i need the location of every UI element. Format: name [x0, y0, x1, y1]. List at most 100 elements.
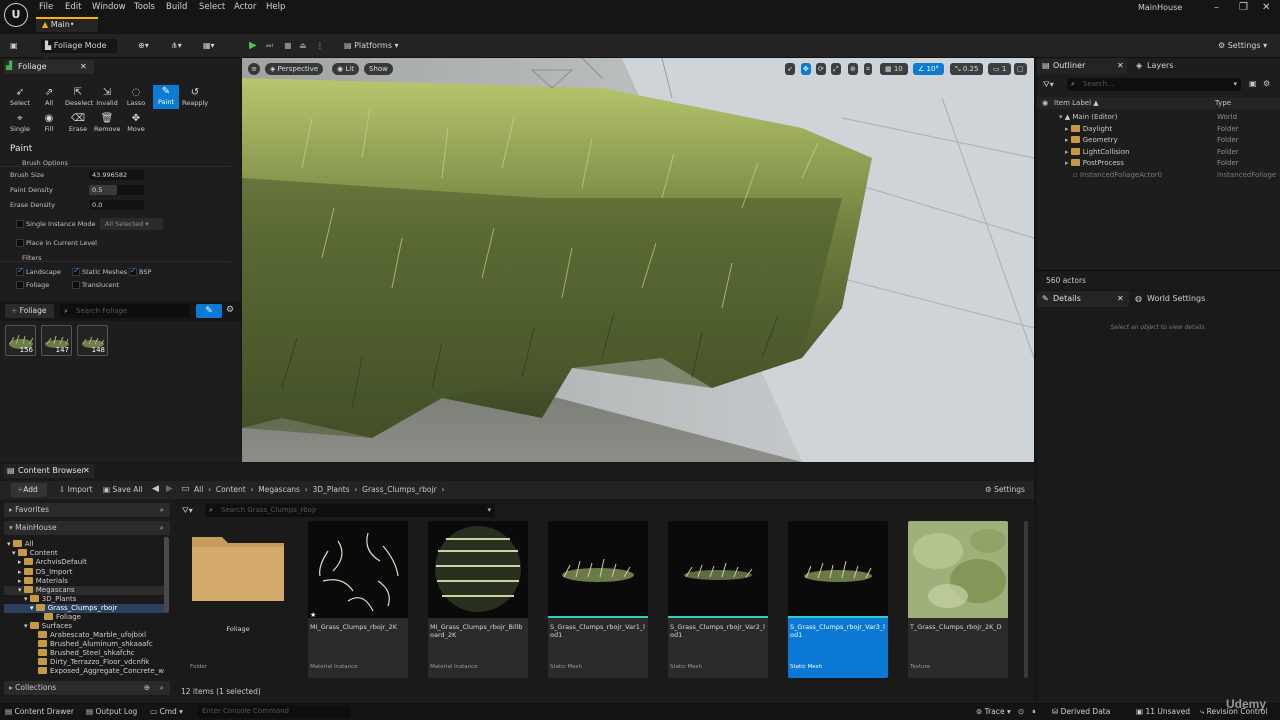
save-all-button[interactable]: ▣ Save All [103, 483, 143, 497]
grid-snap-button[interactable]: ▦ 10 [880, 63, 908, 75]
show-button[interactable]: Show [364, 63, 393, 75]
erase-density-field[interactable]: 0.0 [89, 200, 144, 210]
lit-button[interactable]: ◉ Lit [332, 63, 359, 75]
outliner-row[interactable]: ▫ InstancedFoliageActor0 InstancedFoliage [1037, 170, 1280, 181]
asset-search-input[interactable]: ⌕ Search Grass_Clumps_rbojr ▾ [205, 504, 495, 517]
cmd-dropdown[interactable]: ▭ Cmd ▾ [150, 707, 183, 716]
world-space-icon[interactable]: ⊕ [848, 63, 858, 75]
step-icon[interactable]: ⏭ [266, 39, 273, 53]
paint-density-field[interactable]: 0.5 [89, 185, 144, 195]
history-back-icon[interactable]: ◀ [152, 484, 159, 494]
foliage-type-thumb[interactable]: 156 [5, 325, 36, 356]
layers-tab[interactable]: ◈ Layers [1133, 58, 1213, 74]
minimize-icon[interactable]: – [1214, 2, 1219, 13]
search-icon[interactable]: ⌕ [160, 681, 164, 695]
asset-texture[interactable]: T_Grass_Clumps_rbojr_2K_D Texture [908, 521, 1008, 678]
maximize-viewport-icon[interactable]: ▢ [1014, 63, 1027, 75]
add-folder-icon[interactable]: ▣ [1249, 79, 1257, 88]
outliner-row[interactable]: ▾ ▲ Main (Editor) World [1037, 112, 1280, 123]
tree-item[interactable]: Exposed_Aggregate_Concrete_w [4, 667, 164, 676]
tree-item[interactable]: ▾ Content [4, 549, 164, 558]
tool-reapply[interactable]: ↺ Reapply [182, 86, 208, 110]
add-collection-icon[interactable]: ⊕ [144, 681, 150, 695]
foliage-type-thumb[interactable]: 148 [77, 325, 108, 356]
play-options-icon[interactable]: ⋮ [316, 39, 324, 53]
instance-selection-dropdown[interactable]: All Selected ▾ [100, 218, 163, 230]
favorites-section[interactable]: ▸ Favorites ⌕ [4, 503, 170, 517]
item-label-column[interactable]: Item Label ▲ [1054, 97, 1099, 109]
filter-bsp-checkbox[interactable] [129, 266, 137, 276]
tool-single[interactable]: ⌖ Single [7, 112, 33, 136]
breadcrumb-item[interactable]: Megascans [258, 485, 300, 494]
menu-file[interactable]: File [39, 2, 53, 12]
folder-icon[interactable]: ▭ [181, 484, 190, 494]
add-actor-icon[interactable]: ⊕▾ [138, 39, 149, 53]
details-close-icon[interactable]: ✕ [1117, 291, 1124, 307]
outliner-row[interactable]: ▸ Daylight Folder [1037, 124, 1280, 135]
tree-item[interactable]: ▾ Surfaces [4, 622, 164, 631]
add-button[interactable]: +Add [11, 483, 47, 497]
asset-static-mesh[interactable]: S_Grass_Clumps_rbojr_Var2_lod1 Static Me… [668, 521, 768, 678]
rotate-icon[interactable]: ⟳ [816, 63, 826, 75]
stop-icon[interactable]: ■ [284, 39, 292, 53]
tool-lasso[interactable]: ◌ Lasso [123, 86, 149, 110]
filter-translucent-checkbox[interactable] [72, 281, 80, 289]
foliage-type-thumb[interactable]: 147 [41, 325, 72, 356]
filter-icon[interactable]: ⛛▾ [1043, 80, 1054, 90]
output-log-button[interactable]: ▤ Output Log [86, 707, 137, 716]
type-column[interactable]: Type [1215, 97, 1231, 109]
history-forward-icon[interactable]: ▶ [166, 484, 173, 494]
tree-item[interactable]: Foliage [4, 613, 164, 622]
project-section[interactable]: ▾ MainHouse ⌕ [4, 521, 170, 535]
tree-item[interactable]: Arabescato_Marble_ufojbixl [4, 631, 164, 640]
console-input[interactable]: Enter Console Command [197, 705, 351, 718]
platforms-dropdown[interactable]: ▤ Platforms ▾ [344, 39, 399, 53]
unreal-logo-icon[interactable]: U [4, 3, 28, 27]
menu-help[interactable]: Help [266, 2, 285, 12]
close-icon[interactable]: ✕ [1262, 2, 1270, 13]
paint-filter-button[interactable]: ✎ [196, 304, 222, 318]
tree-item[interactable]: ▾ Megascans [4, 586, 164, 595]
level-viewport[interactable]: ≡ ◈ Perspective ◉ Lit Show ➶ ✥ ⟳ ⤢ ⊕ ⌗ ▦… [242, 58, 1034, 462]
menu-window[interactable]: Window [92, 2, 126, 12]
translate-icon[interactable]: ✥ [801, 63, 811, 75]
tree-item[interactable]: ▸ DS_Import [4, 568, 164, 577]
tool-select[interactable]: ➶ Select [7, 86, 33, 110]
search-foliage-input[interactable]: ⌕ Search Foliage [60, 304, 190, 318]
foliage-tab[interactable]: Foliage ✕ [4, 60, 94, 74]
level-tab[interactable]: ▲ Main• [36, 17, 98, 32]
viewport-options-icon[interactable]: ≡ [248, 63, 260, 75]
trace-button[interactable]: ⊚ Trace ▾ [976, 707, 1011, 716]
breadcrumb-item[interactable]: Grass_Clumps_rbojr [362, 485, 436, 494]
tree-item-selected[interactable]: ▾ Grass_Clumps_rbojr [4, 604, 164, 613]
angle-snap-button[interactable]: ∠ 10° [913, 63, 944, 75]
collections-section[interactable]: ▸ Collections ⊕ ⌕ [4, 681, 170, 695]
asset-material-instance[interactable]: MI_Grass_Clumps_rbojr_Billboard_2K Mater… [428, 521, 528, 678]
asset-static-mesh-selected[interactable]: S_Grass_Clumps_rbojr_Var3_lod1 Static Me… [788, 521, 888, 678]
pause-icon[interactable]: ⏸ [1032, 707, 1036, 717]
tree-item[interactable]: Brushed_Aluminum_shkaaafc [4, 640, 164, 649]
single-instance-checkbox[interactable] [16, 220, 24, 228]
import-button[interactable]: ⇩ Import [59, 483, 93, 497]
menu-select[interactable]: Select [199, 2, 225, 12]
perspective-button[interactable]: ◈ Perspective [265, 63, 324, 75]
content-browser-close-icon[interactable]: ✕ [83, 464, 90, 478]
mode-dropdown[interactable]: ▙ Foliage Mode ▾ [41, 39, 117, 64]
filter-landscape-checkbox[interactable] [16, 266, 24, 276]
place-current-level-checkbox[interactable] [16, 239, 24, 247]
cinematics-icon[interactable]: ▦▾ [203, 39, 215, 53]
filter-foliage-checkbox[interactable] [16, 281, 24, 289]
save-icon[interactable]: ▣ [10, 39, 18, 53]
unsaved-button[interactable]: ▣ 11 Unsaved [1136, 707, 1190, 716]
tree-item[interactable]: ▾ 3D_Plants [4, 595, 164, 604]
outliner-row[interactable]: ▸ PostProcess Folder [1037, 158, 1280, 169]
visibility-eye-icon[interactable]: ◉ [1042, 97, 1048, 109]
outliner-row[interactable]: ▸ Geometry Folder [1037, 135, 1280, 146]
outliner-close-icon[interactable]: ✕ [1117, 58, 1124, 74]
scale-icon[interactable]: ⤢ [831, 63, 841, 75]
add-foliage-button[interactable]: + Foliage [5, 304, 54, 318]
asset-folder-foliage[interactable]: Foliage Folder [188, 521, 288, 678]
world-settings-tab[interactable]: ◍ World Settings [1133, 291, 1243, 307]
tree-scrollbar[interactable] [164, 537, 169, 613]
menu-build[interactable]: Build [166, 2, 187, 12]
